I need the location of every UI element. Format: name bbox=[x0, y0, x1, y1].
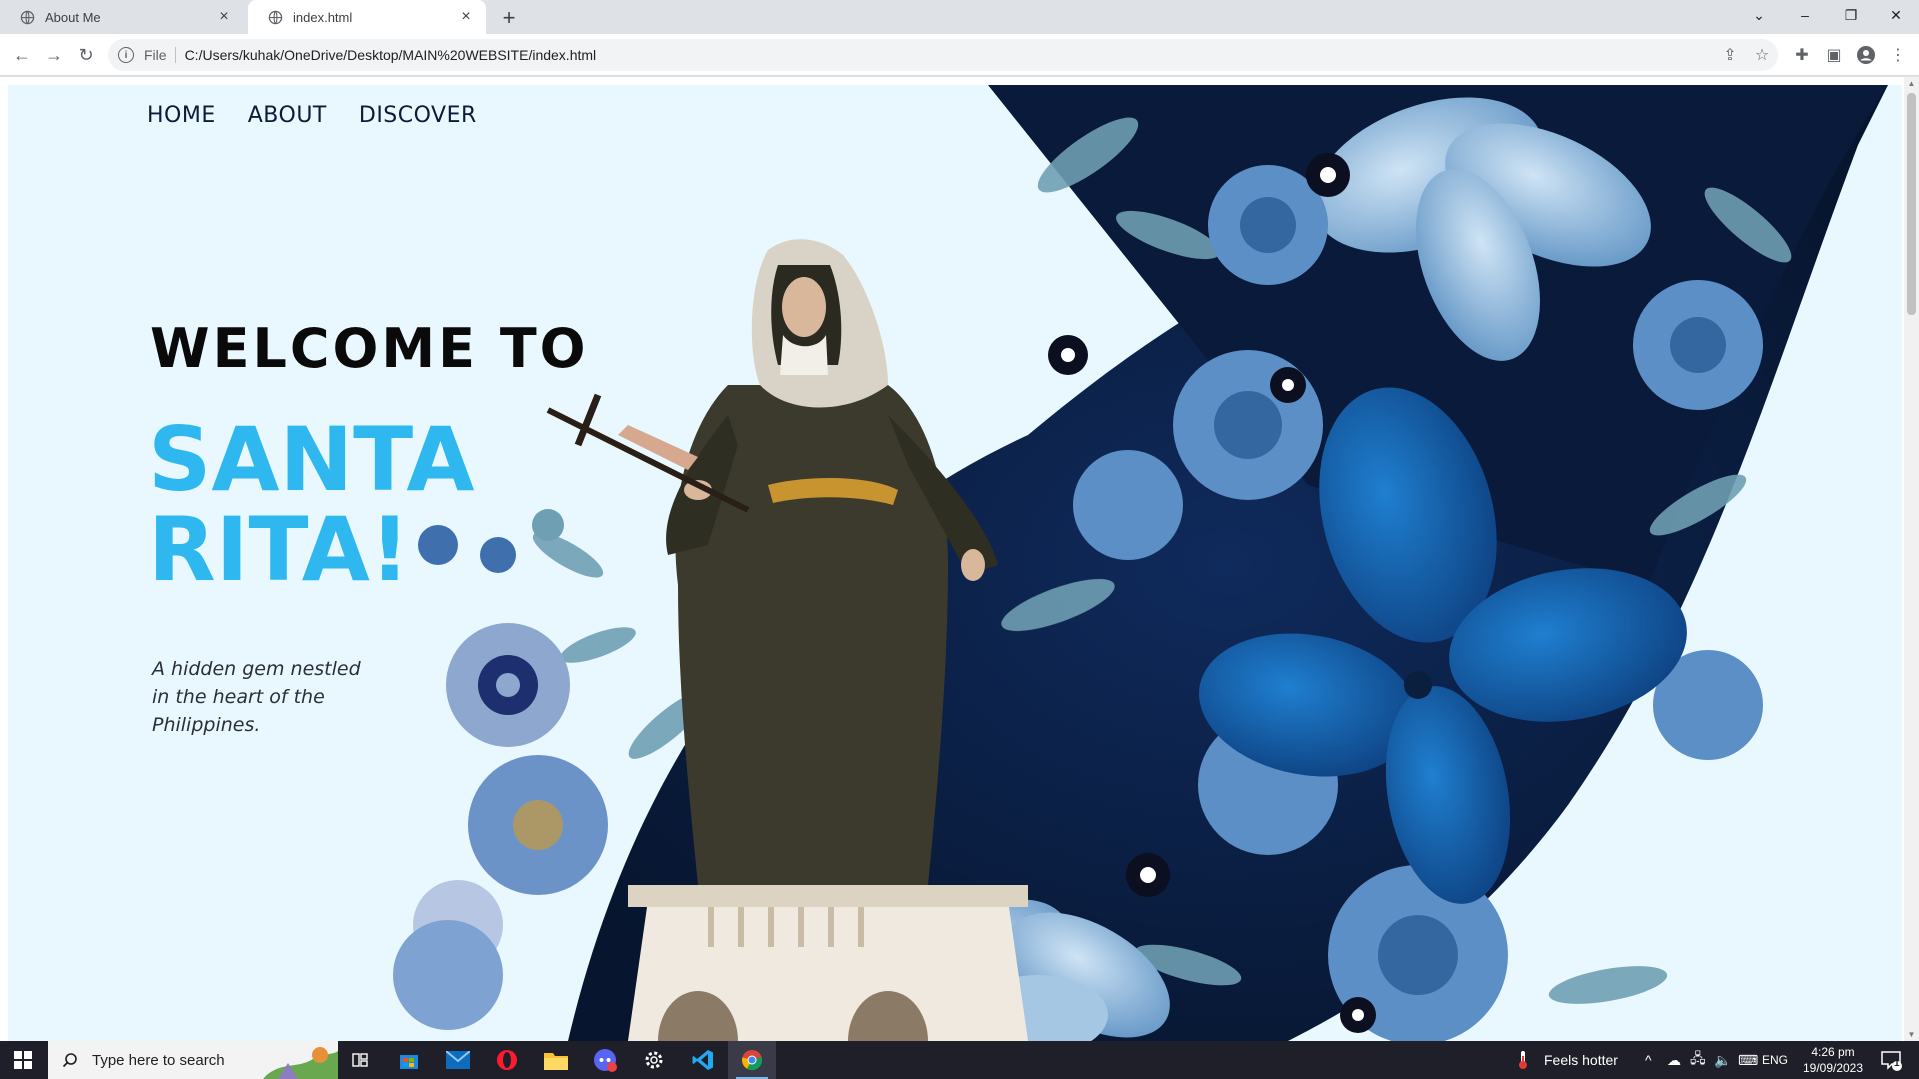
page-viewport: HOME ABOUT DISCOVER WELCOME TO SANTA RIT… bbox=[0, 77, 1919, 1041]
browser-toolbar: ← → ↻ i File C:/Users/kuhak/OneDrive/Des… bbox=[0, 34, 1919, 76]
chrome-icon[interactable] bbox=[728, 1041, 776, 1079]
hero-title-line2: RITA! bbox=[148, 498, 410, 601]
cloud-warning-icon[interactable]: ☁ bbox=[1667, 1041, 1681, 1079]
page-scrollbar[interactable]: ▲ ▼ bbox=[1904, 77, 1919, 1041]
vscode-icon[interactable] bbox=[679, 1041, 727, 1079]
close-icon[interactable]: × bbox=[458, 8, 474, 25]
tab-title: index.html bbox=[293, 9, 353, 25]
nav-about[interactable]: ABOUT bbox=[248, 103, 327, 128]
show-hidden-icons-button[interactable]: ^ bbox=[1645, 1041, 1652, 1079]
extensions-icon[interactable]: ✚ bbox=[1792, 45, 1812, 65]
taskbar-search-input[interactable]: Type here to search bbox=[48, 1041, 338, 1079]
share-icon[interactable]: ⇪ bbox=[1720, 45, 1740, 65]
site-nav: HOME ABOUT DISCOVER bbox=[147, 103, 477, 128]
hero-welcome-heading: WELCOME TO bbox=[150, 317, 589, 380]
tab-about-me[interactable]: About Me × bbox=[0, 0, 244, 34]
globe-icon bbox=[20, 10, 35, 24]
start-button[interactable] bbox=[0, 1041, 46, 1079]
hero-section: HOME ABOUT DISCOVER WELCOME TO SANTA RIT… bbox=[8, 85, 1902, 1041]
search-icon bbox=[62, 1053, 77, 1068]
task-view-icon[interactable] bbox=[336, 1041, 384, 1079]
forward-button[interactable]: → bbox=[40, 41, 68, 69]
minimize-button[interactable]: – bbox=[1782, 0, 1828, 30]
hero-title: SANTA RITA! bbox=[148, 415, 548, 595]
search-placeholder: Type here to search bbox=[92, 1051, 225, 1069]
file-explorer-icon[interactable] bbox=[532, 1041, 580, 1079]
clock-date: 19/09/2023 bbox=[1802, 1061, 1864, 1075]
url-text[interactable]: C:/Users/kuhak/OneDrive/Desktop/MAIN%20W… bbox=[185, 47, 597, 63]
nav-home[interactable]: HOME bbox=[147, 103, 216, 128]
hero-title-line1: SANTA bbox=[148, 408, 475, 511]
scroll-down-icon[interactable]: ▼ bbox=[1907, 1030, 1916, 1039]
settings-gear-icon[interactable] bbox=[630, 1041, 678, 1079]
restore-button[interactable]: ❐ bbox=[1828, 0, 1874, 30]
discord-icon[interactable] bbox=[581, 1041, 629, 1079]
tab-search-icon[interactable]: ⌄ bbox=[1736, 0, 1782, 30]
scrollbar-thumb[interactable] bbox=[1907, 93, 1916, 315]
tab-title: About Me bbox=[45, 9, 101, 25]
tab-strip: About Me × index.html × + ⌄ – ❐ ✕ bbox=[0, 0, 1919, 34]
info-icon[interactable]: i bbox=[118, 47, 134, 63]
clock-time: 4:26 pm bbox=[1811, 1045, 1855, 1059]
notification-center-icon[interactable]: 1 bbox=[1880, 1041, 1902, 1079]
hero-tagline: A hidden gem nestled in the heart of the… bbox=[152, 658, 361, 736]
scheme-label: File bbox=[144, 47, 176, 63]
opera-icon[interactable] bbox=[483, 1041, 531, 1079]
close-window-button[interactable]: ✕ bbox=[1873, 0, 1919, 30]
new-tab-button[interactable]: + bbox=[496, 5, 522, 31]
tab-index[interactable]: index.html × bbox=[248, 0, 486, 34]
address-bar[interactable]: i File C:/Users/kuhak/OneDrive/Desktop/M… bbox=[108, 39, 1778, 71]
input-indicator-icon[interactable]: ⌨ bbox=[1738, 1041, 1758, 1079]
thermometer-icon bbox=[1519, 1051, 1527, 1069]
menu-kebab-icon[interactable]: ⋮ bbox=[1888, 45, 1908, 65]
network-icon[interactable]: 🖧 bbox=[1690, 1041, 1706, 1079]
windows-taskbar: Type here to search Feels hotter ^ ☁ 🖧 🔈… bbox=[0, 1041, 1919, 1079]
notification-count: 1 bbox=[1894, 1058, 1900, 1069]
weather-widget[interactable]: Feels hotter bbox=[1516, 1041, 1618, 1079]
weather-text: Feels hotter bbox=[1544, 1052, 1618, 1068]
reload-button[interactable]: ↻ bbox=[72, 41, 100, 69]
side-panel-icon[interactable]: ▣ bbox=[1824, 45, 1844, 65]
windows-logo-icon bbox=[14, 1051, 32, 1069]
microsoft-store-icon[interactable] bbox=[385, 1041, 433, 1079]
mail-icon[interactable] bbox=[434, 1041, 482, 1079]
close-icon[interactable]: × bbox=[216, 8, 232, 25]
profile-icon[interactable] bbox=[1856, 45, 1876, 65]
search-highlight-illustration bbox=[263, 1047, 338, 1079]
language-indicator[interactable]: ENG bbox=[1762, 1041, 1788, 1079]
bookmark-star-icon[interactable]: ☆ bbox=[1752, 45, 1772, 65]
nav-discover[interactable]: DISCOVER bbox=[359, 103, 477, 128]
back-button[interactable]: ← bbox=[8, 41, 36, 69]
taskbar-clock[interactable]: 4:26 pm 19/09/2023 bbox=[1798, 1044, 1868, 1076]
scroll-up-icon[interactable]: ▲ bbox=[1907, 79, 1916, 88]
volume-icon[interactable]: 🔈 bbox=[1714, 1041, 1731, 1079]
globe-icon bbox=[268, 10, 283, 24]
